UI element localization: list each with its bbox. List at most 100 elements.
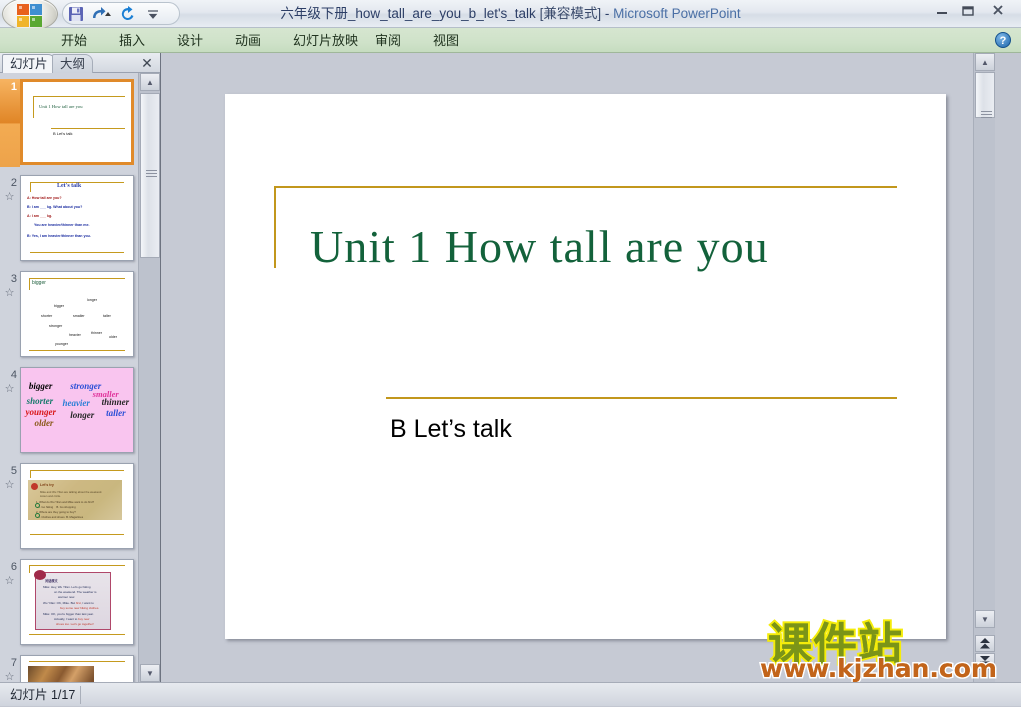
previous-slide-button[interactable] xyxy=(975,635,995,652)
tab-view[interactable]: 视图 xyxy=(424,30,468,52)
thumbnail-slide-2[interactable]: 2 ☆ Let's talk A: How tall are you? B: I… xyxy=(0,175,138,265)
slide-2-line-2: B: I am ___ kg. What about you? xyxy=(27,205,83,209)
scroll-up-icon[interactable]: ▲ xyxy=(140,73,160,91)
slide-5-preview[interactable]: Let's try Mike and Wu Yifan are talking … xyxy=(20,463,134,549)
title-rule-vertical xyxy=(274,186,276,268)
ribbon-tab-bar: 开始 插入 设计 动画 幻灯片放映 审阅 视图 ? xyxy=(0,28,1021,53)
w: younger xyxy=(55,342,68,346)
next-slide-button[interactable] xyxy=(975,653,995,670)
current-slide-canvas[interactable]: Unit 1 How tall are you B Let’s talk xyxy=(225,94,946,639)
mini-rule-h xyxy=(33,96,125,97)
w: bigger xyxy=(54,304,64,308)
slide-4-word: bigger xyxy=(28,381,53,392)
title-bar: 六年级下册_how_tall_are_you_b_let's_talk [兼容模… xyxy=(0,0,1021,31)
animation-star-icon: ☆ xyxy=(4,479,15,491)
status-bar: 幻灯片 1/17 xyxy=(0,682,1021,706)
slide-3-number: 3 xyxy=(10,273,17,285)
w: taller xyxy=(103,314,111,318)
tab-insert[interactable]: 插入 xyxy=(110,30,154,52)
slide-area-scrollbar[interactable]: ▲ ▼ xyxy=(973,53,995,682)
w: smaller xyxy=(73,314,85,318)
mini-rule-v xyxy=(33,96,34,118)
mini-rule-h2 xyxy=(51,128,125,129)
title-separator: - xyxy=(601,6,614,21)
thumbnail-slide-1[interactable]: 1 Unit 1 How tall are you B Let's talk xyxy=(0,79,138,169)
minimize-button[interactable] xyxy=(930,3,953,21)
scroll-thumb[interactable] xyxy=(975,72,995,118)
slide-4-word: shorter xyxy=(26,395,54,406)
animation-star-icon: ☆ xyxy=(4,671,15,682)
tab-animations[interactable]: 动画 xyxy=(226,30,270,52)
mini-rule-h xyxy=(29,661,125,662)
slide-7-number: 7 xyxy=(10,657,17,669)
window-title: 六年级下册_how_tall_are_you_b_let's_talk [兼容模… xyxy=(0,0,1021,28)
panel-tab-bar: 幻灯片 大纲 ✕ xyxy=(0,53,160,73)
thumbnail-slide-7[interactable]: 7 ☆ xyxy=(0,655,138,682)
slide-thumbnail-list[interactable]: 1 Unit 1 How tall are you B Let's talk 2… xyxy=(0,73,138,682)
tab-home[interactable]: 开始 xyxy=(52,30,96,52)
app-name: Microsoft PowerPoint xyxy=(613,6,741,21)
slide-6-image: 对话原文 Mike: Hey, Wu Yifan. Let's go hikin… xyxy=(34,570,111,630)
compat-mode-label: [兼容模式] xyxy=(539,6,602,21)
mini-rule-h2 xyxy=(30,252,124,253)
mini-rule-v xyxy=(29,565,30,573)
scroll-up-icon[interactable]: ▲ xyxy=(975,53,995,71)
w: thinner xyxy=(91,331,102,335)
slide-subtitle-text[interactable]: B Let’s talk xyxy=(390,415,512,444)
animation-star-icon: ☆ xyxy=(4,191,15,203)
slide-1-mini-sub: B Let's talk xyxy=(53,131,73,136)
slide-1-number: 1 xyxy=(10,81,17,93)
scroll-thumb[interactable] xyxy=(140,93,160,258)
slides-panel-scrollbar[interactable]: ▲ ▼ xyxy=(138,73,160,682)
slide-4-number: 4 xyxy=(10,369,17,381)
tab-slideshow[interactable]: 幻灯片放映 xyxy=(284,30,367,52)
thumbnail-slide-3[interactable]: 3 ☆ bigger bigger longer shorter smaller… xyxy=(0,271,138,361)
slide-2-line-3: A: I am ___ kg. xyxy=(27,214,53,218)
slide-5-image: Let's try Mike and Wu Yifan are talking … xyxy=(28,480,122,520)
slide-2-line-5: B: Yes, I am heavier/thinner than you. xyxy=(27,234,91,238)
slide-7-preview[interactable] xyxy=(20,655,134,682)
w: shorter xyxy=(41,314,53,318)
slide-title-text[interactable]: Unit 1 How tall are you xyxy=(310,220,769,273)
slide-1-preview[interactable]: Unit 1 How tall are you B Let's talk xyxy=(20,79,134,165)
mini-rule-v xyxy=(30,182,31,192)
slide-4-word: longer xyxy=(70,410,95,420)
slide-2-preview[interactable]: Let's talk A: How tall are you? B: I am … xyxy=(20,175,134,261)
thumbnail-slide-4[interactable]: 4 ☆ bigger stronger smaller shorter heavier t… xyxy=(0,367,138,457)
scroll-down-icon[interactable]: ▼ xyxy=(975,610,995,628)
tab-slides-thumbnails[interactable]: 幻灯片 xyxy=(2,54,56,73)
mini-rule-h2 xyxy=(29,350,125,351)
help-icon[interactable]: ? xyxy=(995,32,1011,48)
document-name: 六年级下册_how_tall_are_you_b_let's_talk xyxy=(280,6,536,21)
slide-6-preview[interactable]: 对话原文 Mike: Hey, Wu Yifan. Let's go hikin… xyxy=(20,559,134,645)
slide-3-mini-title: bigger xyxy=(32,280,46,286)
mini-rule-h xyxy=(29,278,125,279)
mini-rule-h xyxy=(30,470,124,471)
animation-star-icon: ☆ xyxy=(4,575,15,587)
scroll-down-icon[interactable]: ▼ xyxy=(140,664,160,682)
mini-rule-v xyxy=(29,278,30,290)
slide-2-line-4: You are heavier/thinner than me. xyxy=(34,223,90,227)
status-divider xyxy=(80,686,81,704)
animation-star-icon: ☆ xyxy=(4,287,15,299)
slide-5-number: 5 xyxy=(10,465,17,477)
scroll-grip-icon xyxy=(146,170,157,178)
thumbnail-slide-5[interactable]: 5 ☆ Let's try Mike and Wu Yifan are talk… xyxy=(0,463,138,553)
slide-3-preview[interactable]: bigger bigger longer shorter smaller tal… xyxy=(20,271,134,357)
tab-review[interactable]: 审阅 xyxy=(366,30,410,52)
slide-7-image xyxy=(28,666,94,682)
tab-design[interactable]: 设计 xyxy=(168,30,212,52)
restore-button[interactable] xyxy=(956,3,979,21)
scroll-grip-icon xyxy=(981,111,992,119)
slide-4-word: heavier xyxy=(62,398,90,409)
slide-6-number: 6 xyxy=(10,561,17,573)
thumbnail-slide-6[interactable]: 6 ☆ 对话原文 Mike: Hey, Wu Yifan. Let's go h… xyxy=(0,559,138,649)
slide-editing-area: Unit 1 How tall are you B Let’s talk ▲ ▼ xyxy=(160,53,995,682)
slide-2-mini-title: Let's talk xyxy=(57,183,82,189)
slide-4-word: taller xyxy=(106,408,126,419)
close-panel-icon[interactable]: ✕ xyxy=(140,55,154,71)
slide-4-preview[interactable]: bigger stronger smaller shorter heavier thinn… xyxy=(20,367,134,453)
tab-outline[interactable]: 大纲 xyxy=(52,54,94,73)
mini-rule-v xyxy=(30,470,31,478)
close-button[interactable] xyxy=(986,3,1009,21)
